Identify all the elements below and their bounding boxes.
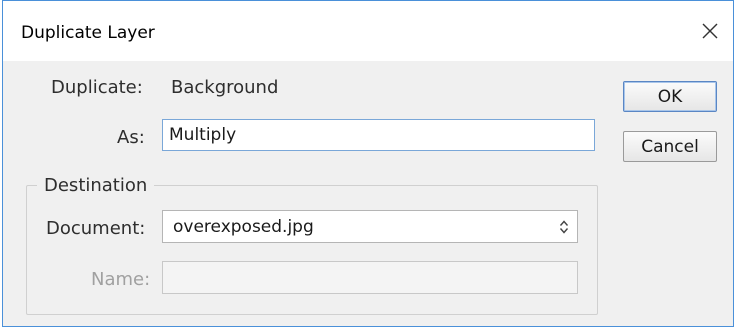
- duplicate-label: Duplicate:: [51, 77, 143, 98]
- title-bar: Duplicate Layer: [3, 1, 733, 61]
- ok-button-label: OK: [657, 86, 683, 107]
- cancel-button-label: Cancel: [641, 136, 699, 157]
- ok-button[interactable]: OK: [623, 81, 717, 112]
- destination-group: [26, 185, 598, 315]
- duplicate-layer-dialog: Duplicate Layer Duplicate: Background As…: [2, 0, 734, 327]
- document-select-value: overexposed.jpg: [173, 216, 314, 237]
- dialog-content: Duplicate: Background As: OK Cancel Dest…: [3, 61, 733, 327]
- name-input[interactable]: [162, 261, 578, 294]
- document-select[interactable]: overexposed.jpg: [162, 210, 578, 243]
- duplicate-value: Background: [171, 77, 279, 98]
- as-input[interactable]: [162, 119, 595, 151]
- name-label: Name:: [91, 269, 151, 290]
- as-label: As:: [117, 127, 145, 148]
- close-icon: [702, 23, 718, 39]
- updown-arrows-icon: [559, 220, 569, 234]
- document-label: Document:: [46, 218, 146, 239]
- dialog-title: Duplicate Layer: [21, 23, 155, 43]
- cancel-button[interactable]: Cancel: [623, 131, 717, 162]
- close-button[interactable]: [695, 16, 725, 46]
- destination-legend: Destination: [37, 175, 155, 196]
